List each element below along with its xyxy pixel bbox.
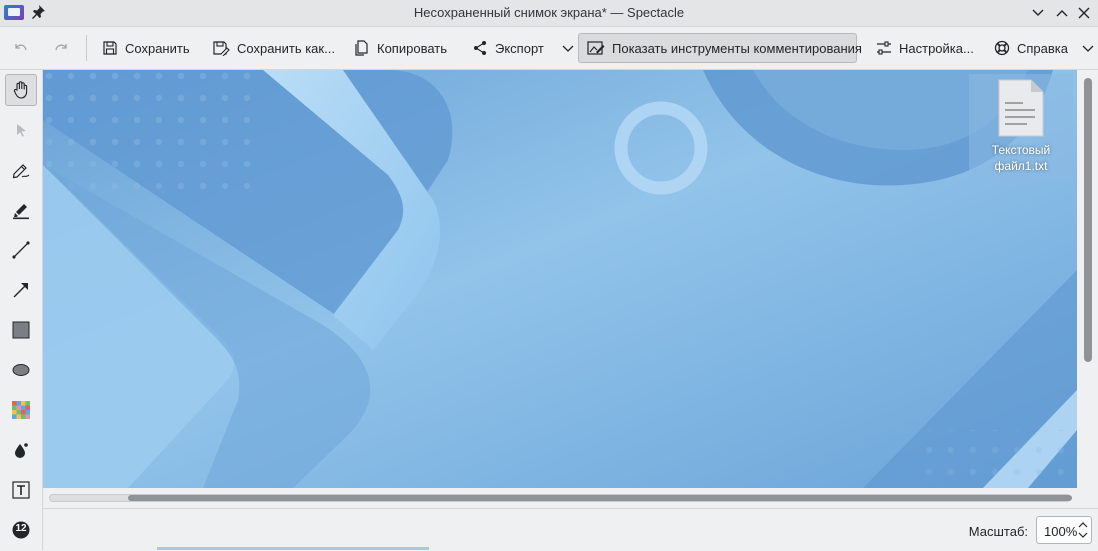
- tool-line[interactable]: [5, 234, 37, 266]
- annotation-tools-panel: 12: [0, 70, 43, 550]
- annotate-label: Показать инструменты комментирования: [612, 40, 862, 56]
- show-annotation-tools-button[interactable]: Показать инструменты комментирования: [578, 33, 862, 63]
- tool-text[interactable]: [5, 474, 37, 506]
- help-label: Справка: [1017, 40, 1068, 56]
- annotate-icon: [587, 41, 605, 55]
- save-button[interactable]: Сохранить: [94, 33, 198, 63]
- minimize-icon[interactable]: [1028, 3, 1048, 23]
- configure-label: Настройка...: [899, 40, 974, 56]
- text-file-icon: [998, 79, 1044, 137]
- droplet-icon: [15, 443, 28, 458]
- vertical-scrollbar[interactable]: [1078, 70, 1098, 488]
- tool-pixelate[interactable]: [5, 394, 37, 426]
- zoom-value[interactable]: 100%: [1044, 524, 1077, 539]
- copy-button[interactable]: Копировать: [346, 33, 455, 63]
- horizontal-scrollbar[interactable]: [43, 488, 1078, 508]
- text-icon: [12, 481, 30, 499]
- arrow-icon: [13, 283, 28, 298]
- window-title: Несохраненный снимок экрана* — Spectacle: [413, 5, 685, 20]
- main-toolbar: Сохранить Сохранить как... Копировать Эк…: [0, 27, 1098, 70]
- horizontal-scrollbar-track[interactable]: [49, 494, 1072, 502]
- screenshot-canvas[interactable]: Текстовый файл1.txt: [43, 70, 1077, 488]
- settings-sliders-icon: [877, 41, 891, 55]
- spin-up-down-icon[interactable]: [1078, 520, 1088, 540]
- tool-highlighter[interactable]: [5, 194, 37, 226]
- ellipse-icon: [12, 364, 30, 376]
- copy-icon: [355, 40, 368, 56]
- chevron-down-icon: [562, 45, 574, 52]
- export-label: Экспорт: [495, 40, 544, 56]
- save-label: Сохранить: [125, 40, 190, 56]
- maximize-icon[interactable]: [1052, 3, 1072, 23]
- tool-blur[interactable]: [5, 434, 37, 466]
- undo-button[interactable]: [4, 33, 38, 63]
- cursor-arrow-icon: [17, 124, 26, 137]
- desktop-file-label-line2: файл1.txt: [994, 159, 1048, 173]
- toolbar-separator: [86, 35, 87, 61]
- highlighter-icon: [13, 204, 29, 220]
- save-icon: [103, 41, 117, 55]
- tool-rectangle[interactable]: [5, 314, 37, 346]
- vertical-scrollbar-thumb[interactable]: [1084, 78, 1092, 362]
- horizontal-scrollbar-thumb[interactable]: [128, 495, 1072, 501]
- tool-arrow[interactable]: [5, 274, 37, 306]
- help-lifebuoy-icon: [994, 40, 1010, 56]
- status-bar: Масштаб: 100%: [43, 508, 1098, 551]
- export-button[interactable]: Экспорт: [464, 33, 583, 63]
- save-as-button[interactable]: Сохранить как...: [204, 33, 343, 63]
- wallpaper-image: [43, 70, 1077, 488]
- pen-icon: [12, 164, 30, 179]
- number-badge-text: 12: [15, 523, 27, 534]
- tool-pan[interactable]: [5, 74, 37, 106]
- line-icon: [12, 241, 30, 259]
- tool-ellipse[interactable]: [5, 354, 37, 386]
- zoom-spinbox[interactable]: 100%: [1036, 516, 1092, 544]
- redo-button[interactable]: [44, 33, 78, 63]
- desktop-file-icon-text-file: Текстовый файл1.txt: [969, 74, 1073, 182]
- configure-button[interactable]: Настройка...: [868, 33, 982, 63]
- undo-icon: [15, 44, 27, 51]
- zoom-label: Масштаб:: [968, 524, 1028, 539]
- save-as-label: Сохранить как...: [237, 40, 335, 56]
- chevron-down-icon: [1082, 45, 1094, 52]
- hand-icon: [13, 81, 28, 99]
- save-as-icon: [213, 41, 230, 56]
- share-icon: [474, 41, 486, 55]
- copy-label: Копировать: [377, 40, 447, 56]
- redo-icon: [55, 44, 67, 51]
- tool-freehand[interactable]: [5, 154, 37, 186]
- rectangle-icon: [12, 321, 30, 339]
- pixelate-icon: [12, 401, 30, 419]
- title-bar: Несохраненный снимок экрана* — Spectacle: [0, 0, 1098, 27]
- desktop-file-label-line1: Текстовый: [991, 143, 1051, 157]
- close-icon[interactable]: [1074, 3, 1094, 23]
- tool-select[interactable]: [5, 114, 37, 146]
- tool-number[interactable]: 12: [5, 514, 37, 546]
- help-button[interactable]: Справка: [986, 33, 1098, 63]
